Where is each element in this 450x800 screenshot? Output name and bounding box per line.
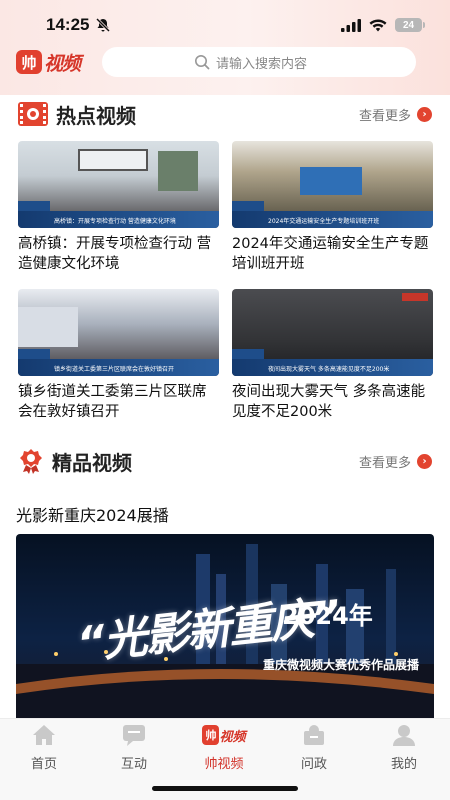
thumbnail-caption: 高桥镇：开展专项检查行动 营造健康文化环境 <box>54 218 176 225</box>
nav-item-inquiry[interactable]: 问政 <box>274 719 354 779</box>
home-indicator <box>152 786 298 791</box>
nav-label: 我的 <box>390 757 417 772</box>
inquiry-icon <box>304 725 324 745</box>
video-title: 2024年交通运输安全生产专题培训班开班 <box>232 236 429 272</box>
nav-item-interact[interactable]: 互动 <box>94 719 174 779</box>
logo-badge: 帅 <box>16 50 42 74</box>
status-time: 14:25 <box>46 15 90 34</box>
nav-item-shuai-video[interactable]: 帅 视频 帅视频 <box>184 719 264 779</box>
nav-label: 首页 <box>30 757 57 772</box>
video-title: 镇乡街道关工委第三片区联席会在敦好镇召开 <box>18 384 207 420</box>
profile-icon <box>393 725 415 746</box>
nav-item-profile[interactable]: 我的 <box>364 719 444 779</box>
nav-label: 互动 <box>120 757 147 772</box>
nav-label: 问政 <box>300 757 327 772</box>
thumbnail-caption: 镇乡街道关工委第三片区联席会在敦好镇召开 <box>54 366 175 373</box>
video-card[interactable]: 镇乡街道关工委第三片区联席会在敦好镇召开 镇乡街道关工委第三片区联席会在敦好镇召… <box>18 289 219 422</box>
signal-icon <box>341 18 361 32</box>
chat-icon <box>123 725 145 746</box>
video-card[interactable]: 夜间出现大雾天气 多条高速能见度不足200米 夜间出现大雾天气 多条高速能见度不… <box>232 289 433 422</box>
featured-video-title[interactable]: 光影新重庆2024展播 <box>16 502 169 526</box>
status-bar: 14:25 24 <box>0 0 450 50</box>
premium-videos-title: 精品视频 <box>52 450 132 475</box>
banner-year: 2024年 <box>282 602 373 630</box>
video-title: 高桥镇：开展专项检查行动 营造健康文化环境 <box>18 236 212 272</box>
video-thumbnail: 夜间出现大雾天气 多条高速能见度不足200米 <box>232 289 433 376</box>
video-thumbnail: 高桥镇：开展专项检查行动 营造健康文化环境 <box>18 141 219 228</box>
hot-videos-more-link[interactable]: 查看更多 › <box>359 105 432 124</box>
search-icon <box>195 55 210 70</box>
video-thumbnail: 2024年交通运输安全生产专题培训班开班 <box>232 141 433 228</box>
premium-videos-more-link[interactable]: 查看更多 › <box>359 452 432 471</box>
app-logo: 帅 视频 <box>16 49 81 75</box>
logo-text: 视频 <box>44 52 81 75</box>
premium-videos-header: 精品视频 查看更多 › <box>18 446 432 476</box>
search-input[interactable]: 请输入搜索内容 <box>102 47 417 77</box>
nav-item-home[interactable]: 首页 <box>4 719 84 779</box>
more-label: 查看更多 <box>358 108 411 124</box>
nav-label: 帅视频 <box>204 757 244 772</box>
app-header: 帅 视频 请输入搜索内容 <box>0 46 450 78</box>
shuai-video-logo-icon: 帅 视频 <box>194 723 254 747</box>
battery-indicator: 24 <box>395 18 425 32</box>
film-icon <box>18 102 48 126</box>
home-icon <box>33 725 55 745</box>
thumbnail-caption: 2024年交通运输安全生产专题培训班开班 <box>268 218 380 225</box>
video-card[interactable]: 2024年交通运输安全生产专题培训班开班 2024年交通运输安全生产专题培训班开… <box>232 141 433 274</box>
bell-off-icon <box>96 17 111 33</box>
wifi-icon <box>369 18 387 31</box>
chevron-right-icon: › <box>417 106 432 122</box>
thumbnail-caption: 夜间出现大雾天气 多条高速能见度不足200米 <box>268 366 390 373</box>
video-title: 夜间出现大雾天气 多条高速能见度不足200米 <box>232 384 426 420</box>
more-label: 查看更多 <box>358 455 411 471</box>
chevron-right-icon: › <box>417 453 432 469</box>
banner-subtitle: 重庆微视频大赛优秀作品展播 <box>263 658 420 672</box>
hot-videos-title: 热点视频 <box>56 103 136 128</box>
hot-videos-header: 热点视频 查看更多 › <box>18 99 432 129</box>
video-thumbnail: 镇乡街道关工委第三片区联席会在敦好镇召开 <box>18 289 219 376</box>
video-card[interactable]: 高桥镇：开展专项检查行动 营造健康文化环境 高桥镇：开展专项检查行动 营造健康文… <box>18 141 219 274</box>
search-placeholder: 请输入搜索内容 <box>216 56 308 72</box>
award-icon <box>20 449 42 474</box>
featured-video-banner[interactable]: “光影新重庆” 2024年 重庆微视频大赛优秀作品展播 <box>16 534 434 724</box>
